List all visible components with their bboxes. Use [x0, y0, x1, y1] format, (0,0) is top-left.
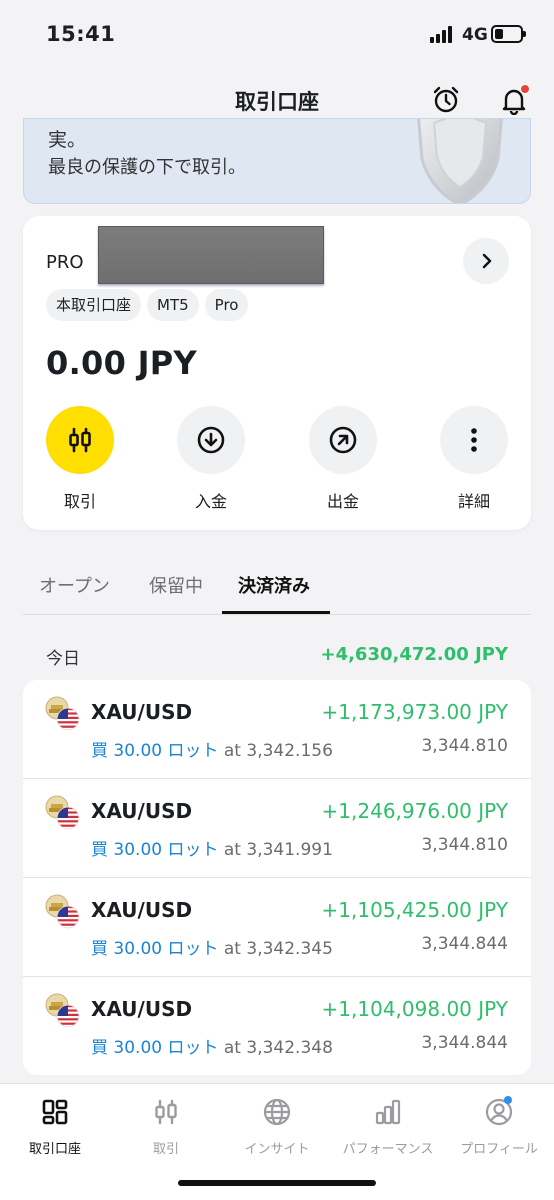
trade-symbol: XAU/USD	[91, 700, 193, 724]
nav-item-profile[interactable]: プロフィール	[444, 1094, 554, 1157]
trade-detail: 買 30.00 ロット at 3,342.348	[91, 1033, 333, 1058]
nav-item-trade[interactable]: 取引	[111, 1094, 221, 1157]
trade-open-price: at 3,342.345	[223, 939, 333, 959]
account-balance: 0.00 JPY	[46, 344, 198, 382]
nav-item-accounts[interactable]: 取引口座	[0, 1094, 110, 1157]
trade-symbol: XAU/USD	[91, 997, 193, 1021]
trade-open-price: at 3,341.991	[223, 840, 333, 860]
trade-row[interactable]: XAU/USD +1,105,425.00 JPY 買 30.00 ロット at…	[23, 878, 531, 977]
closed-trades-list: XAU/USD +1,173,973.00 JPY 買 30.00 ロット at…	[23, 680, 531, 1075]
home-indicator	[178, 1180, 376, 1186]
nav-label: インサイト	[244, 1142, 310, 1157]
trade-icon	[111, 1094, 221, 1130]
deposit-icon	[177, 406, 245, 474]
trade-detail: 買 30.00 ロット at 3,342.156	[91, 736, 333, 761]
nav-item-insight[interactable]: インサイト	[222, 1094, 332, 1157]
bar-chart-icon	[333, 1094, 443, 1130]
deposit-action-button[interactable]: 入金	[171, 406, 251, 512]
banner-line1: 実。	[48, 129, 87, 151]
alarm-clock-icon[interactable]	[428, 82, 464, 118]
accounts-icon	[0, 1094, 110, 1130]
active-tab-indicator	[222, 611, 330, 614]
withdraw-action-button[interactable]: 出金	[303, 406, 383, 512]
trade-pnl: +1,104,098.00 JPY	[321, 997, 508, 1021]
notification-dot	[520, 84, 530, 94]
nav-item-performance[interactable]: パフォーマンス	[333, 1094, 443, 1157]
profile-icon	[444, 1094, 554, 1130]
trade-close-price: 3,344.810	[421, 736, 508, 756]
banner-line2: 最良の保護の下で取引。	[48, 157, 246, 178]
nav-label: パフォーマンス	[342, 1142, 434, 1157]
action-label: 出金	[326, 492, 359, 511]
trade-close-price: 3,344.810	[421, 835, 508, 855]
trade-open-price: at 3,342.348	[223, 1038, 333, 1058]
account-tag: MT5	[147, 289, 199, 321]
battery-level	[495, 29, 504, 39]
trade-lots: 30.00 ロット	[113, 840, 219, 860]
trade-lots: 30.00 ロット	[113, 741, 219, 761]
trade-symbol: XAU/USD	[91, 799, 193, 823]
promo-banner[interactable]: 実。 最良の保護の下で取引。	[23, 118, 531, 204]
globe-icon	[222, 1094, 332, 1130]
trade-pnl: +1,105,425.00 JPY	[321, 898, 508, 922]
trade-side: 買	[91, 741, 108, 761]
trade-side: 買	[91, 939, 108, 959]
action-label: 取引	[63, 492, 96, 511]
account-type: PRO	[46, 252, 84, 273]
redacted-account-number	[98, 226, 324, 284]
more-action-button[interactable]: 詳細	[434, 406, 514, 512]
xau-usd-icon	[45, 894, 81, 930]
nav-label: プロフィール	[460, 1142, 538, 1157]
today-label: 今日	[46, 649, 80, 669]
trade-pnl: +1,173,973.00 JPY	[321, 700, 508, 724]
withdraw-icon	[309, 406, 377, 474]
nav-label: 取引	[152, 1142, 179, 1157]
action-label: 入金	[194, 492, 227, 511]
shield-icon	[417, 119, 503, 203]
account-tags: 本取引口座 MT5 Pro	[46, 289, 249, 321]
trade-side: 買	[91, 840, 108, 860]
trade-detail: 買 30.00 ロット at 3,342.345	[91, 934, 333, 959]
account-card: PRO 本取引口座 MT5 Pro 0.00 JPY 取引 入金 出金 詳細	[23, 216, 531, 530]
trade-row[interactable]: XAU/USD +1,246,976.00 JPY 買 30.00 ロット at…	[23, 779, 531, 878]
trade-side: 買	[91, 1038, 108, 1058]
trade-lots: 30.00 ロット	[113, 939, 219, 959]
trade-close-price: 3,344.844	[421, 1033, 508, 1053]
page-title: 取引口座	[235, 90, 319, 114]
tab-pending[interactable]: 保留中	[149, 572, 203, 598]
status-bar: 15:41 4G	[0, 0, 554, 70]
account-details-button[interactable]	[463, 238, 509, 284]
signal-strength-icon	[430, 26, 456, 43]
more-icon	[440, 406, 508, 474]
today-total-pnl: +4,630,472.00 JPY	[320, 644, 508, 665]
tab-open[interactable]: オープン	[39, 572, 110, 598]
action-label: 詳細	[457, 492, 490, 511]
trade-action-button[interactable]: 取引	[40, 406, 120, 512]
trade-close-price: 3,344.844	[421, 934, 508, 954]
nav-label: 取引口座	[28, 1142, 81, 1157]
notification-dot	[504, 1096, 512, 1104]
network-type: 4G	[462, 25, 488, 45]
xau-usd-icon	[45, 993, 81, 1029]
xau-usd-icon	[45, 795, 81, 831]
chevron-right-icon	[482, 253, 492, 269]
trade-icon	[46, 406, 114, 474]
trade-row[interactable]: XAU/USD +1,104,098.00 JPY 買 30.00 ロット at…	[23, 977, 531, 1075]
trade-pnl: +1,246,976.00 JPY	[321, 799, 508, 823]
account-tag: Pro	[204, 289, 249, 321]
battery-icon	[491, 25, 526, 43]
trade-lots: 30.00 ロット	[113, 1038, 219, 1058]
trade-open-price: at 3,342.156	[223, 741, 333, 761]
trade-symbol: XAU/USD	[91, 898, 193, 922]
xau-usd-icon	[45, 696, 81, 732]
status-time: 15:41	[46, 22, 116, 46]
positions-tabs: オープン 保留中 決済済み	[23, 560, 531, 615]
tab-closed[interactable]: 決済済み	[238, 572, 310, 598]
trade-row[interactable]: XAU/USD +1,173,973.00 JPY 買 30.00 ロット at…	[23, 680, 531, 779]
trade-detail: 買 30.00 ロット at 3,341.991	[91, 835, 333, 860]
bell-icon[interactable]	[496, 82, 532, 118]
account-tag: 本取引口座	[46, 289, 142, 321]
account-actions: 取引 入金 出金 詳細	[23, 406, 531, 516]
